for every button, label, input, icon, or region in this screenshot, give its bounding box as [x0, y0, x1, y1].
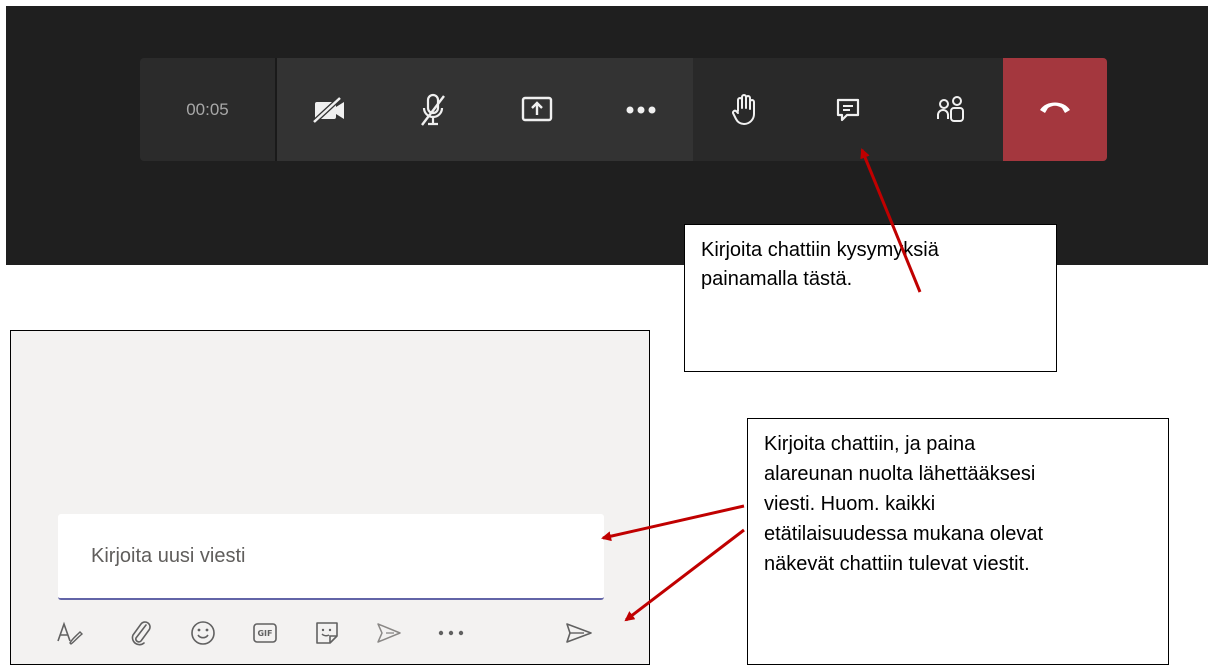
- compose-toolbar: GIF: [51, 611, 631, 655]
- gif-label: GIF: [257, 629, 272, 638]
- raise-hand-button[interactable]: [693, 58, 796, 161]
- gif-button[interactable]: GIF: [247, 611, 283, 655]
- more-actions-button[interactable]: [589, 58, 693, 161]
- callout-line: näkevät chattiin tulevat viestit.: [764, 553, 1030, 575]
- praise-button[interactable]: [371, 611, 407, 655]
- camera-off-icon: [312, 95, 346, 124]
- attach-button[interactable]: [123, 611, 159, 655]
- callout-line: Kirjoita chattiin, ja paina: [764, 433, 976, 455]
- camera-off-button[interactable]: [277, 58, 381, 161]
- more-icon: [436, 629, 466, 637]
- chat-icon: [834, 96, 862, 124]
- emoji-icon: [189, 619, 217, 647]
- callout-line: etätilaisuudessa mukana olevat: [764, 523, 1044, 545]
- callout-line: Kirjoita chattiin kysymyksiä: [701, 239, 939, 261]
- call-controls-bar: 00:05: [140, 58, 1107, 161]
- send-instructions-callout: Kirjoita chattiin, ja paina alareunan nu…: [747, 418, 1169, 665]
- mic-off-button[interactable]: [381, 58, 485, 161]
- send-icon: [564, 620, 594, 646]
- meeting-controls-group: [693, 58, 1003, 161]
- more-options-button[interactable]: [433, 611, 469, 655]
- media-controls-group: [277, 58, 693, 161]
- share-screen-icon: [521, 95, 553, 125]
- show-conversation-button[interactable]: [796, 58, 899, 161]
- phone-hangup-icon: [1038, 99, 1072, 120]
- attach-icon: [128, 619, 154, 647]
- hang-up-button[interactable]: [1003, 58, 1107, 161]
- hand-icon: [731, 93, 759, 127]
- more-icon: [625, 105, 657, 115]
- participants-icon: [936, 95, 966, 125]
- mic-off-icon: [419, 93, 447, 127]
- call-timer: 00:05: [140, 58, 277, 161]
- praise-icon: [374, 619, 404, 647]
- share-screen-button[interactable]: [485, 58, 589, 161]
- send-button[interactable]: [561, 611, 597, 655]
- callout-line: viesti. Huom. kaikki: [764, 493, 936, 515]
- chat-button-callout: Kirjoita chattiin kysymyksiä painamalla …: [684, 224, 1057, 372]
- compose-box[interactable]: [58, 514, 604, 600]
- callout-line: painamalla tästä.: [701, 268, 853, 290]
- sticker-icon: [313, 619, 341, 647]
- callout-line: alareunan nuolta lähettääksesi: [764, 463, 1036, 485]
- format-button[interactable]: [51, 611, 87, 655]
- format-icon: [55, 619, 83, 647]
- sticker-button[interactable]: [309, 611, 345, 655]
- chat-panel: GIF: [10, 330, 650, 665]
- message-input[interactable]: [58, 514, 604, 598]
- gif-icon: GIF: [251, 619, 279, 647]
- emoji-button[interactable]: [185, 611, 221, 655]
- show-participants-button[interactable]: [900, 58, 1003, 161]
